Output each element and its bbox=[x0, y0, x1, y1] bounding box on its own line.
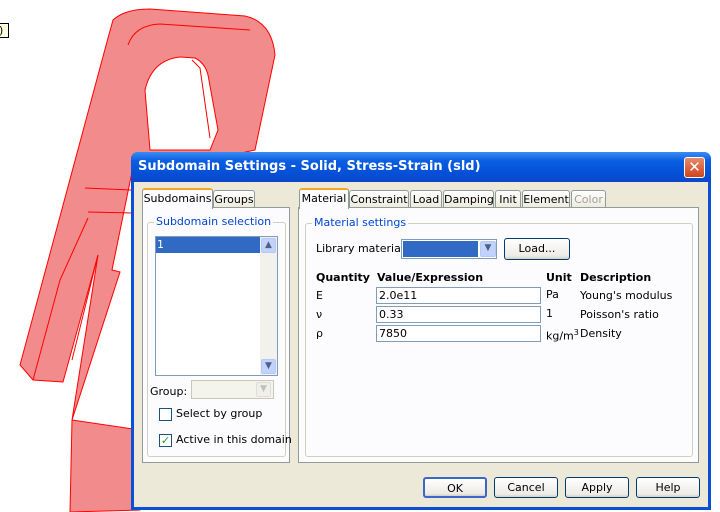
material-settings-group: Material settings Library material: ▼ Lo… bbox=[305, 216, 693, 457]
tab-material[interactable]: Material bbox=[299, 188, 349, 209]
value-input-rho[interactable]: 7850 bbox=[376, 325, 541, 342]
chevron-down-icon: ▼ bbox=[256, 382, 271, 397]
chevron-down-icon[interactable]: ▼ bbox=[480, 241, 496, 257]
cancel-button[interactable]: Cancel bbox=[494, 477, 558, 498]
subdomain-listbox[interactable]: 1 ▲ ▼ bbox=[155, 236, 278, 376]
description-label: Poisson's ratio bbox=[580, 308, 659, 321]
group-label: Group: bbox=[150, 385, 188, 398]
apply-button[interactable]: Apply bbox=[565, 477, 629, 498]
scroll-up-icon[interactable]: ▲ bbox=[261, 238, 276, 253]
subdomains-panel: Subdomain selection 1 ▲ ▼ Group: ▼ Selec… bbox=[142, 207, 292, 463]
quantity-label: ν bbox=[316, 308, 323, 321]
subdomain-settings-dialog: Subdomain Settings - Solid, Stress-Strai… bbox=[131, 152, 711, 510]
ok-button[interactable]: OK bbox=[423, 477, 487, 498]
tooltip: ) bbox=[0, 23, 9, 38]
unit-label: 1 bbox=[546, 307, 553, 320]
header-description: Description bbox=[580, 271, 652, 284]
library-material-label: Library material: bbox=[316, 242, 408, 255]
scrollbar[interactable]: ▲ ▼ bbox=[260, 237, 277, 375]
subdomain-selection-label: Subdomain selection bbox=[154, 215, 274, 228]
library-material-select[interactable]: ▼ bbox=[401, 239, 497, 259]
description-label: Density bbox=[580, 327, 622, 340]
active-in-domain-label: Active in this domain bbox=[176, 433, 292, 446]
unit-label: kg/m3 bbox=[546, 328, 579, 343]
close-icon[interactable]: ✕ bbox=[684, 157, 705, 178]
scroll-down-icon[interactable]: ▼ bbox=[261, 359, 276, 374]
header-value: Value/Expression bbox=[377, 271, 484, 284]
tab-subdomains[interactable]: Subdomains bbox=[142, 188, 213, 209]
header-unit: Unit bbox=[546, 271, 572, 284]
dialog-title: Subdomain Settings - Solid, Stress-Strai… bbox=[131, 152, 711, 182]
description-label: Young's modulus bbox=[580, 289, 673, 302]
list-item[interactable]: 1 bbox=[156, 237, 260, 253]
value-input-E[interactable]: 2.0e11 bbox=[376, 287, 541, 304]
select-by-group-label: Select by group bbox=[176, 407, 263, 420]
subdomain-selection-group: Subdomain selection 1 ▲ ▼ Group: ▼ Selec… bbox=[147, 215, 292, 457]
unit-label: Pa bbox=[546, 288, 559, 301]
active-in-domain-checkbox[interactable]: ✓ bbox=[159, 434, 172, 447]
header-quantity: Quantity bbox=[316, 271, 370, 284]
value-input-nu[interactable]: 0.33 bbox=[376, 306, 541, 323]
dialog-body: Subdomains Groups Subdomain selection 1 … bbox=[134, 182, 708, 507]
quantity-label: E bbox=[316, 289, 323, 302]
quantity-label: ρ bbox=[316, 327, 323, 340]
help-button[interactable]: Help bbox=[636, 477, 700, 498]
select-by-group-checkbox[interactable] bbox=[159, 408, 172, 421]
load-button[interactable]: Load... bbox=[504, 238, 570, 260]
material-settings-label: Material settings bbox=[312, 216, 409, 229]
checkmark-icon: ✓ bbox=[160, 434, 171, 447]
material-panel: Material settings Library material: ▼ Lo… bbox=[298, 207, 699, 463]
group-select[interactable]: ▼ bbox=[191, 380, 274, 399]
